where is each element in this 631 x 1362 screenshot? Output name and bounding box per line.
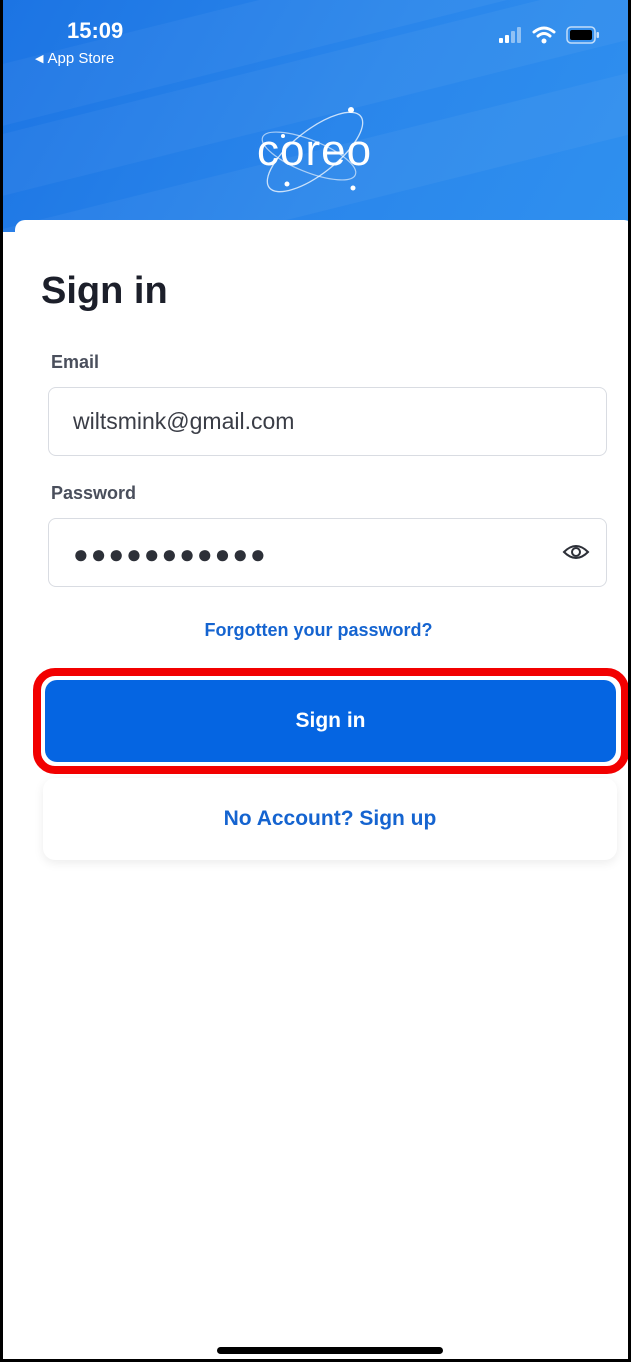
password-label: Password (51, 483, 137, 503)
eye-icon[interactable] (562, 541, 590, 563)
back-to-app-store[interactable]: ◀ App Store (35, 50, 114, 67)
coreo-logo: coreo (243, 104, 413, 204)
back-label: App Store (47, 50, 115, 67)
wifi-icon (532, 26, 556, 44)
logo-wordmark: coreo (257, 126, 373, 175)
sign-in-button[interactable]: Sign in (45, 680, 616, 762)
email-label: Email (51, 352, 100, 372)
header-banner: 15:09 ◀ App Store coreo (3, 0, 628, 232)
status-time: 15:09 (67, 18, 124, 43)
home-indicator (217, 1347, 443, 1354)
app-screen: 15:09 ◀ App Store coreo Sign in Email wi… (0, 0, 631, 1362)
signal-icon (499, 27, 521, 43)
password-field[interactable]: ●●●●●●●●●●● (48, 518, 607, 587)
page-title: Sign in (41, 270, 168, 312)
email-field[interactable] (73, 388, 543, 454)
battery-icon (566, 26, 599, 44)
email-field-container[interactable] (48, 387, 607, 456)
back-arrow-icon: ◀ (35, 53, 44, 65)
status-icons (498, 26, 600, 44)
password-masked-value[interactable]: ●●●●●●●●●●● (73, 539, 268, 570)
forgot-password-link[interactable]: Forgotten your password? (3, 620, 628, 641)
sign-up-button[interactable]: No Account? Sign up (43, 778, 617, 860)
